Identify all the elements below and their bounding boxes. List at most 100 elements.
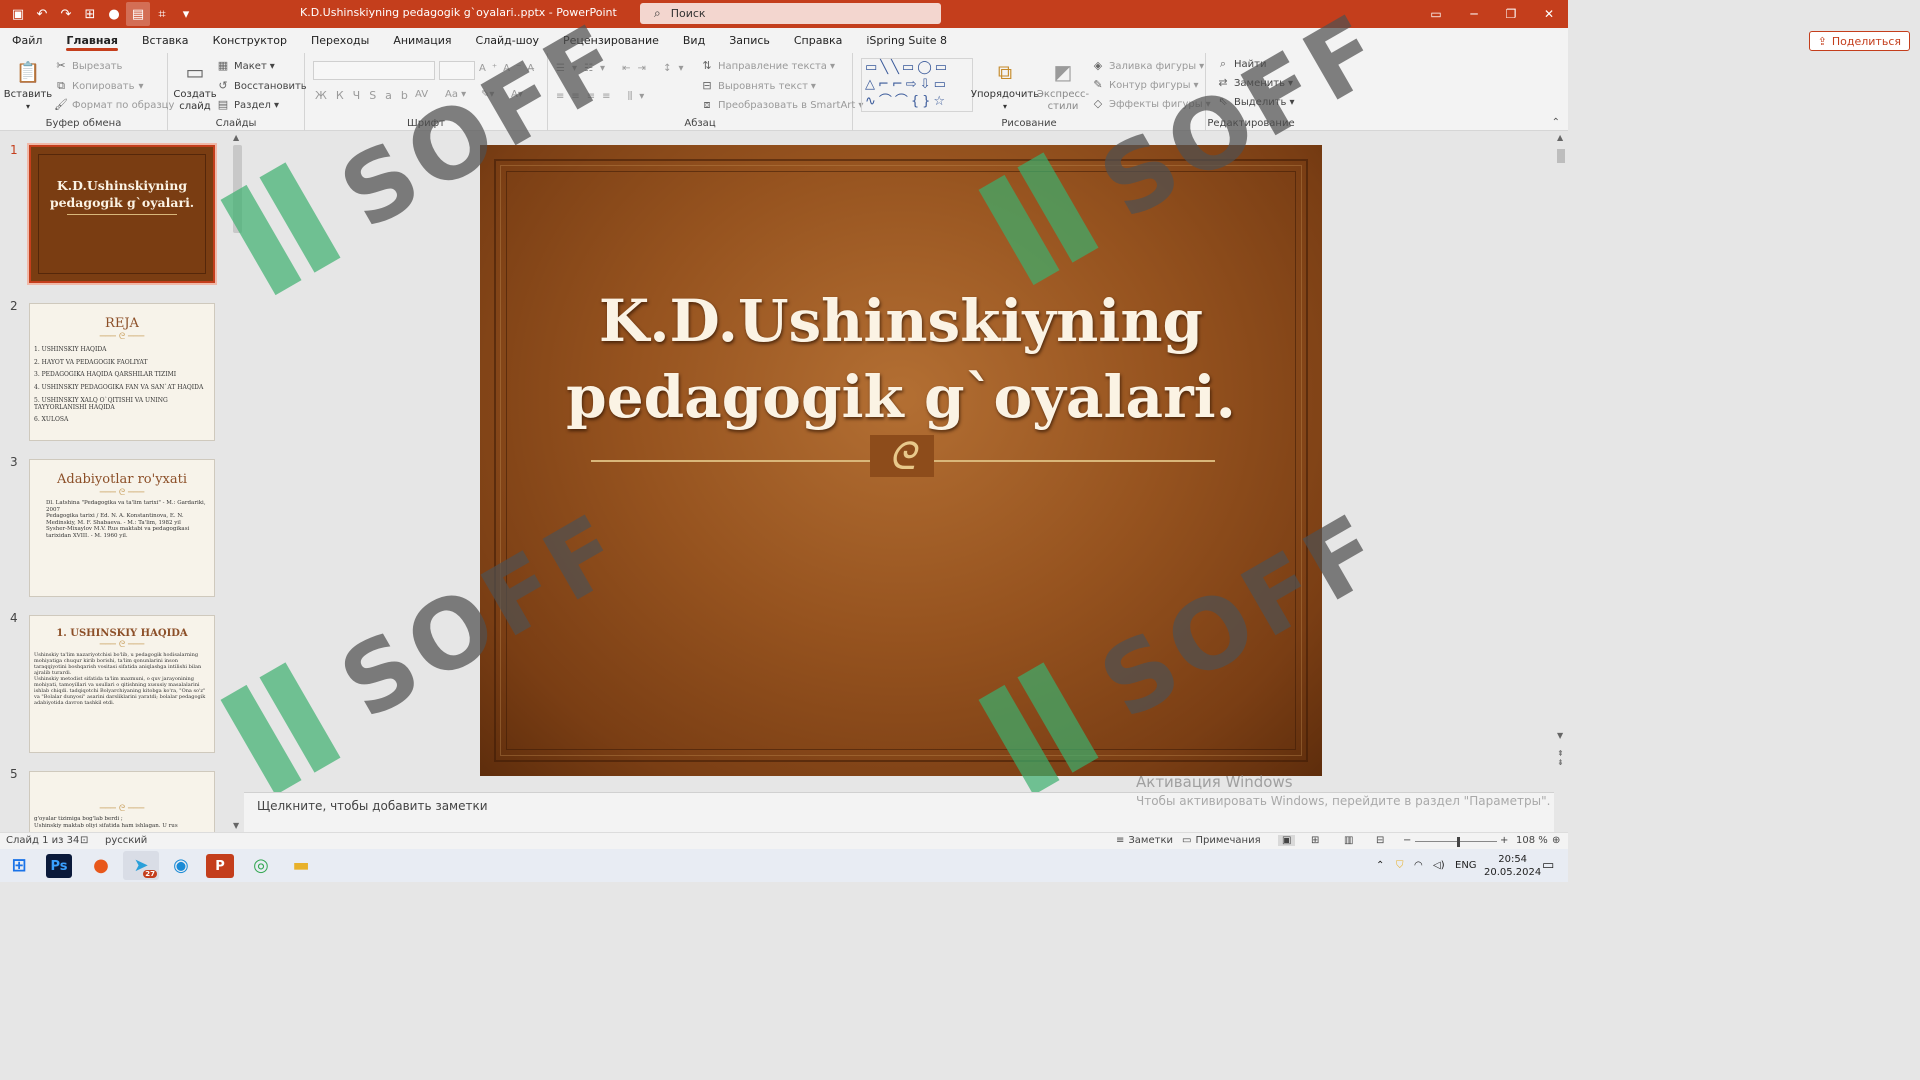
replace-button[interactable]: ⇄ Заменить ▾ [1216,76,1293,90]
font-size-select[interactable] [439,61,475,80]
ribbon-display-icon[interactable]: ▭ [1418,0,1454,28]
slide-sorter-button[interactable]: ⊞ [1311,835,1319,846]
tab-record[interactable]: Запись [717,28,782,53]
present-icon[interactable]: ⊞ [78,2,102,26]
tab-transitions[interactable]: Переходы [299,28,381,53]
touch-mode-icon[interactable]: ⌗ [150,2,174,26]
notes-toggle[interactable]: ≡ Заметки [1116,835,1173,846]
thumbnail-slide-1[interactable]: K.D.Ushinskiyning pedagogik g`oyalari. [27,143,217,285]
record-icon[interactable]: ● [102,2,126,26]
highlight-button[interactable]: ✎▾ [481,89,494,100]
select-button[interactable]: ⇖ Выделить ▾ [1216,95,1294,109]
font-color-button[interactable]: A▾ [511,89,523,100]
accessibility-icon[interactable]: ⊡ [80,835,88,846]
cut-button[interactable]: ✂ Вырезать [54,59,122,73]
font-format-buttons[interactable]: ЖКЧSab [315,89,417,102]
edge-icon[interactable]: ◉ [166,851,196,880]
file-explorer-icon[interactable]: ▬ [286,851,316,880]
wifi-icon[interactable]: ◠ [1414,849,1423,882]
customize-qa-icon[interactable]: ▾ [174,2,198,26]
reset-button[interactable]: ↺ Восстановить [216,79,306,93]
redo-icon[interactable]: ↷ [54,2,78,26]
shape-effects-button[interactable]: ◇ Эффекты фигуры ▾ [1091,97,1211,111]
restore-icon[interactable]: ❐ [1493,0,1529,28]
undo-icon[interactable]: ↶ [30,2,54,26]
windows-start-icon[interactable]: ⊞ [4,851,34,880]
align-text-button[interactable]: ⊟ Выровнять текст ▾ [700,79,816,93]
font-size-buttons[interactable]: A⁺A⁻A̶ [479,63,540,74]
new-slide-button[interactable]: ▭ Создать слайд [172,57,218,113]
tray-overflow-icon[interactable]: ⌃ [1376,849,1384,882]
thumbnails-scrollbar[interactable]: ▲ ▼ [231,131,244,832]
tab-design[interactable]: Конструктор [201,28,299,53]
format-painter-button[interactable]: 🖌 Формат по образцу [54,98,174,112]
quick-styles-button[interactable]: ◩ Экспресс-стили [1037,57,1089,113]
close-icon[interactable]: ✕ [1531,0,1567,28]
scroll-up-icon[interactable]: ▲ [233,133,239,142]
align-buttons[interactable]: ≡≡≡≡ ⫼▾ [556,91,651,102]
language-indicator[interactable]: русский [105,835,147,846]
volume-icon[interactable]: ◁) [1433,849,1445,882]
minimize-icon[interactable]: ─ [1456,0,1492,28]
paste-button[interactable]: 📋 Вставить ▾ [4,57,52,113]
shape-outline-button[interactable]: ✎ Контур фигуры ▾ [1091,78,1198,92]
normal-view-icon[interactable]: ▤ [126,2,150,26]
text-direction-button[interactable]: ⇅ Направление текста ▾ [700,59,835,73]
tab-ispring[interactable]: iSpring Suite 8 [854,28,959,53]
char-spacing-button[interactable]: AV [415,89,428,100]
thumbnail-slide-3[interactable]: Adabiyotlar ro'yxati ─── ᘓ ─── Dl. Latsh… [29,459,215,597]
tab-review[interactable]: Рецензирование [551,28,671,53]
zoom-out-icon[interactable]: − [1403,835,1411,846]
thumbnail-slide-2[interactable]: REJA ─── ᘓ ─── 1. USHINSKIY HAQIDA 2. HA… [29,303,215,441]
tab-slideshow[interactable]: Слайд-шоу [464,28,551,53]
shape-fill-button[interactable]: ◈ Заливка фигуры ▾ [1091,59,1204,73]
security-icon[interactable]: ⛉ [1396,849,1404,882]
input-language[interactable]: ENG [1455,849,1477,882]
prev-next-slide-icon[interactable]: ⇞ ⇟ [1557,749,1564,767]
fit-slide-icon[interactable]: ⊕ [1552,835,1560,846]
scroll-thumb[interactable] [233,145,242,233]
chrome-icon[interactable]: ◎ [246,851,276,880]
section-button[interactable]: ▤ Раздел ▾ [216,98,279,112]
tab-file[interactable]: Файл [0,28,54,53]
slideshow-button[interactable]: ⊟ [1376,835,1384,846]
thumbnail-slide-5[interactable]: ─── ᘓ ─── g'oyalar tizimiga bog'lab berd… [29,771,215,832]
tab-help[interactable]: Справка [782,28,854,53]
telegram-icon[interactable]: ➤ 27 [123,851,159,880]
font-family-select[interactable] [313,61,435,80]
copy-button[interactable]: ⧉ Копировать ▾ [54,79,143,93]
tab-view[interactable]: Вид [671,28,717,53]
scroll-up-icon[interactable]: ▲ [1557,133,1563,142]
layout-button[interactable]: ▦ Макет ▾ [216,59,275,73]
firefox-icon[interactable]: ● [86,851,116,880]
normal-view-button[interactable]: ▣ [1278,835,1296,846]
photoshop-icon[interactable]: Ps [46,854,72,878]
search-box[interactable]: ⌕ Поиск [640,3,941,24]
list-buttons[interactable]: ☰▾☷▾ ⇤⇥ ↕▾ [556,63,690,74]
scroll-thumb[interactable] [1557,149,1565,163]
zoom-slider[interactable] [1415,841,1497,842]
scroll-down-icon[interactable]: ▼ [1557,731,1563,740]
change-case-button[interactable]: Aa ▾ [445,89,466,100]
comments-toggle[interactable]: ▭ Примечания [1182,835,1261,846]
tab-insert[interactable]: Вставка [130,28,201,53]
find-button[interactable]: ⌕ Найти [1216,57,1267,71]
smartart-button[interactable]: ⧈ Преобразовать в SmartArt ▾ [700,98,864,112]
zoom-in-icon[interactable]: + [1500,835,1508,846]
save-icon[interactable]: ▣ [6,2,30,26]
powerpoint-icon[interactable]: P [206,854,234,878]
shapes-gallery[interactable]: ▭╲╲▭◯▭ △⌐⌐⇨⇩▭ ∿⌒⌒{}☆ [861,58,973,112]
zoom-slider-thumb[interactable] [1457,837,1461,847]
tab-animation[interactable]: Анимация [381,28,463,53]
zoom-level[interactable]: 108 % [1516,835,1548,846]
share-button[interactable]: ⇪ Поделиться [1808,31,1910,51]
tab-home[interactable]: Главная [54,28,130,53]
reading-view-button[interactable]: ▥ [1344,835,1353,846]
scroll-down-icon[interactable]: ▼ [233,821,239,830]
notifications-icon[interactable]: ▭ [1542,849,1554,882]
current-slide[interactable]: K.D.Ushinskiyning pedagogik g`oyalari. ᘓ [480,145,1322,776]
clock[interactable]: 20:54 20.05.2024 [1484,849,1541,882]
collapse-ribbon-icon[interactable]: ⌃ [1552,117,1560,128]
arrange-button[interactable]: ⧉ Упорядочить ▾ [971,57,1039,113]
slide-title[interactable]: K.D.Ushinskiyning pedagogik g`oyalari. [480,283,1322,435]
